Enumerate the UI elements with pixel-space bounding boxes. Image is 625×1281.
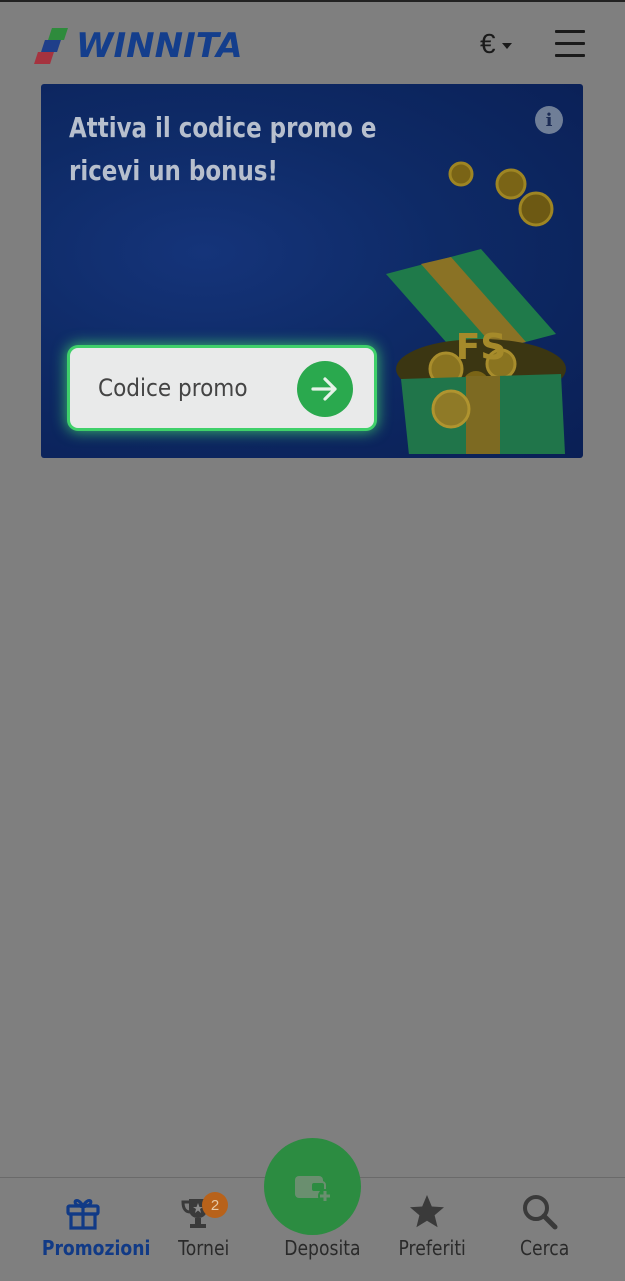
nav-label-deposita: Deposita xyxy=(284,1236,361,1260)
chevron-down-icon xyxy=(501,43,512,49)
currency-selector[interactable]: € xyxy=(480,26,512,62)
gift-fs-label: FS xyxy=(456,327,507,368)
promo-code-field xyxy=(70,348,374,428)
logo-mark-icon xyxy=(34,28,70,64)
nav-label-preferiti: Preferiti xyxy=(398,1236,466,1260)
header: WINNITA € xyxy=(0,2,625,82)
nav-label-tornei: Tornei xyxy=(178,1236,230,1260)
gift-icon xyxy=(63,1192,103,1232)
search-icon xyxy=(520,1192,560,1232)
nav-label-cerca: Cerca xyxy=(520,1236,570,1260)
star-icon xyxy=(407,1192,447,1232)
logo-text: WINNITA xyxy=(76,26,243,66)
info-icon[interactable]: i xyxy=(535,106,563,134)
promo-banner: Attiva il codice promo e ricevi un bonus… xyxy=(41,84,583,458)
nav-item-promozioni[interactable]: Promozioni xyxy=(23,1178,150,1281)
nav-item-tornei[interactable]: 2 Tornei xyxy=(158,1178,238,1281)
promo-code-input[interactable] xyxy=(70,348,290,428)
currency-symbol: € xyxy=(480,28,496,59)
logo[interactable]: WINNITA xyxy=(34,26,243,66)
trophy-icon: 2 xyxy=(178,1192,228,1232)
hamburger-menu-icon[interactable] xyxy=(555,30,585,58)
arrow-right-icon xyxy=(311,377,337,401)
nav-item-cerca[interactable]: Cerca xyxy=(500,1178,580,1281)
nav-item-preferiti[interactable]: Preferiti xyxy=(385,1178,475,1281)
gift-box-illustration: FS xyxy=(386,161,566,454)
promo-submit-button[interactable] xyxy=(297,361,353,417)
wallet-plus-icon xyxy=(294,1175,332,1203)
tournament-count-badge: 2 xyxy=(202,1192,228,1218)
deposit-button[interactable] xyxy=(264,1138,361,1235)
nav-label-promozioni: Promozioni xyxy=(41,1236,151,1260)
